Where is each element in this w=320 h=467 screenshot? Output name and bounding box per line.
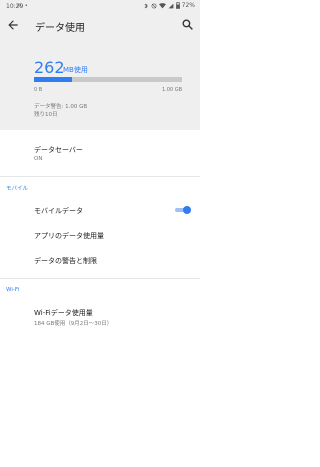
no-sound-icon: [151, 3, 157, 8]
wifi-icon: [158, 2, 166, 8]
battery-percent: 72%: [181, 2, 195, 9]
range-end: 1.00 GB: [161, 87, 182, 93]
bluetooth-icon: [144, 2, 148, 9]
status-right: 72%: [143, 2, 195, 9]
remaining-days-text: 残り10日: [34, 112, 58, 118]
usage-progress-bar: [34, 77, 182, 82]
data-saver-status: ON: [34, 156, 43, 162]
mobile-data-label: モバイルデータ: [34, 207, 83, 215]
wifi-data-usage-detail: 184 GB使用（9月2日～30日）: [34, 321, 113, 327]
usage-summary: 262 MB使用 0 B 1.00 GB データ警告: 1.00 GB 残り10…: [0, 40, 200, 130]
status-bar: 10:29 ✉ • 72%: [0, 0, 200, 12]
usage-progress-fill: [34, 77, 73, 82]
mobile-section-header: モバイル: [6, 186, 29, 192]
battery-icon: [175, 2, 180, 9]
toggle-thumb: [183, 206, 191, 214]
app-bar: データ使用: [0, 12, 200, 40]
notification-icons: ✉ •: [17, 3, 29, 9]
wifi-section-header: Wi-Fi: [6, 287, 20, 293]
app-data-usage-label: アプリのデータ使用量: [34, 232, 104, 240]
signal-icon: [168, 3, 174, 8]
range-start: 0 B: [34, 87, 43, 93]
divider: [0, 278, 200, 279]
wifi-data-usage-label: Wi-Fiデータ使用量: [34, 309, 93, 317]
search-icon[interactable]: [181, 18, 194, 31]
used-unit: MB使用: [63, 66, 88, 74]
used-amount: 262: [34, 58, 65, 77]
data-warning-text: データ警告: 1.00 GB: [34, 104, 88, 110]
data-saver-title: データセーバー: [34, 146, 83, 154]
page-title: データ使用: [35, 23, 85, 34]
divider: [0, 176, 200, 177]
back-arrow-icon[interactable]: [6, 18, 20, 32]
mobile-data-toggle[interactable]: [175, 206, 191, 214]
data-warning-limit-label: データの警告と制限: [34, 257, 97, 265]
